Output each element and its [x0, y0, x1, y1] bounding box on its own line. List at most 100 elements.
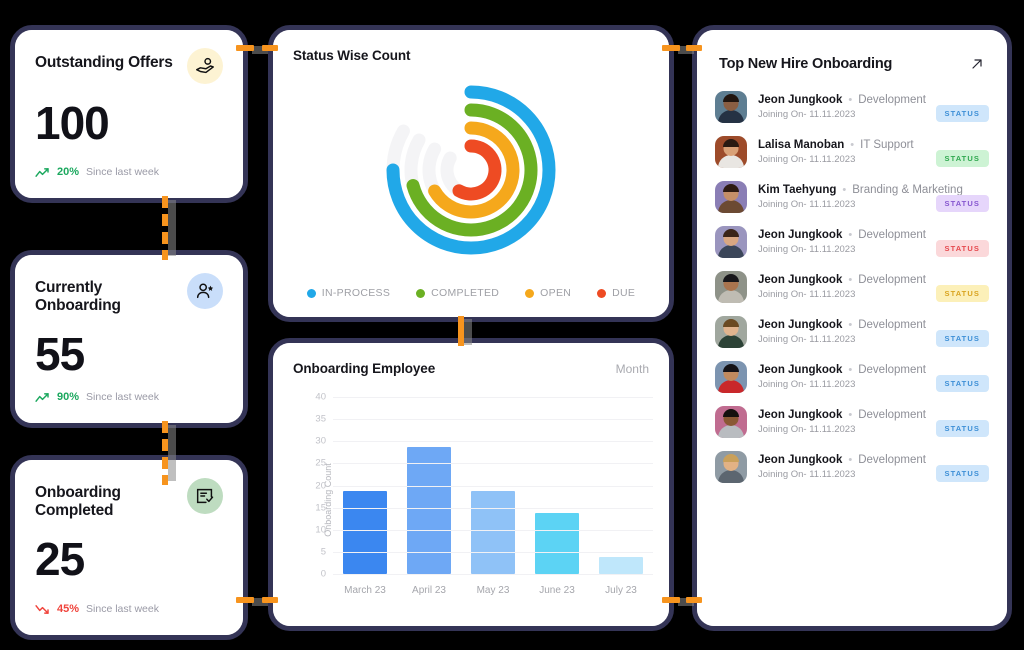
period-selector[interactable]: Month	[616, 362, 649, 376]
radial-bar-chart	[273, 70, 669, 270]
list-item[interactable]: Jeon Jungkook • Development Joining On- 11.…	[715, 309, 989, 354]
legend-dot-icon	[597, 288, 607, 298]
kpi-value: 100	[35, 97, 110, 149]
list-item-content: Jeon Jungkook • Development Joining On- 11.…	[758, 453, 926, 480]
kpi-card-currently-onboarding: Currently Onboarding 55 90% Since last w…	[10, 250, 248, 428]
separator-dot-icon: •	[848, 93, 853, 106]
avatar-hair	[723, 319, 739, 327]
avatar-hair	[723, 454, 739, 462]
trend-up-icon	[35, 392, 49, 402]
avatar-hair	[723, 184, 739, 192]
avatar	[715, 226, 747, 258]
status-badge[interactable]: STATUS	[935, 105, 989, 122]
gridline	[333, 463, 653, 465]
y-axis-tick: 35	[315, 413, 326, 425]
legend-label: DUE	[612, 287, 636, 299]
status-badge[interactable]: STATUS	[935, 150, 989, 167]
avatar	[715, 406, 747, 438]
separator-dot-icon: •	[848, 408, 853, 421]
avatar-body	[718, 155, 744, 168]
separator-dot-icon: •	[842, 183, 847, 196]
avatar	[715, 451, 747, 483]
avatar-body	[718, 200, 744, 213]
onboarding-employee-panel: Onboarding Employee Month Onboarding Cou…	[268, 338, 674, 631]
avatar-body	[718, 335, 744, 348]
hire-department: Development	[858, 364, 926, 376]
x-axis-tick: June 23	[539, 585, 575, 596]
status-badge[interactable]: STATUS	[935, 195, 989, 212]
status-badge[interactable]: STATUS	[935, 420, 989, 437]
bar-june-23[interactable]	[534, 513, 579, 574]
list-item[interactable]: Jeon Jungkook • Development Joining On- 11.…	[715, 354, 989, 399]
hire-department: Development	[858, 319, 926, 331]
kpi-footer: 45% Since last week	[35, 603, 159, 615]
status-badge[interactable]: STATUS	[935, 285, 989, 302]
chart-legend: IN-PROCESS COMPLETED OPEN DUE	[273, 287, 669, 299]
bar-july-23[interactable]	[598, 556, 643, 574]
hire-joining-date: Joining On- 11.11.2023	[758, 244, 856, 255]
panel-title: Top New Hire Onboarding	[719, 56, 893, 72]
hire-department: IT Support	[860, 139, 914, 151]
legend-label: OPEN	[540, 287, 572, 299]
connector-left-to-center-bottom	[236, 597, 254, 603]
status-wise-count-panel: Status Wise Count IN-PROCESS COMPLETED OPE…	[268, 25, 674, 322]
legend-item-open[interactable]: OPEN	[525, 287, 571, 299]
dashboard-stage: Outstanding Offers 100 20% Since last we…	[0, 0, 1024, 650]
bar-may-23[interactable]	[470, 491, 515, 574]
arrow-up-right-icon[interactable]	[969, 56, 985, 72]
legend-item-completed[interactable]: COMPLETED	[416, 287, 499, 299]
connector-left-to-center-top	[236, 45, 254, 51]
hire-joining-date: Joining On- 11.11.2023	[758, 379, 856, 390]
bar-april-23[interactable]	[406, 447, 451, 574]
hire-name: Jeon Jungkook	[758, 274, 843, 286]
legend-item-due[interactable]: DUE	[597, 287, 635, 299]
kpi-delta: 20%	[57, 166, 80, 178]
trend-down-icon	[35, 604, 49, 614]
list-item[interactable]: Jeon Jungkook • Development Joining On- 11.…	[715, 264, 989, 309]
list-item-content: Jeon Jungkook • Development Joining On- 11.…	[758, 318, 926, 345]
avatar	[715, 361, 747, 393]
status-badge[interactable]: STATUS	[935, 330, 989, 347]
hire-department: Development	[858, 409, 926, 421]
legend-label: COMPLETED	[431, 287, 500, 299]
panel-title: Status Wise Count	[293, 48, 411, 63]
legend-dot-icon	[416, 288, 426, 298]
hire-joining-date: Joining On- 11.11.2023	[758, 424, 856, 435]
status-badge[interactable]: STATUS	[935, 465, 989, 482]
list-item[interactable]: Jeon Jungkook • Development Joining On- 11.…	[715, 444, 989, 489]
hire-department: Development	[858, 454, 926, 466]
hire-joining-date: Joining On- 11.11.2023	[758, 469, 856, 480]
connector-card2-card3	[162, 421, 168, 485]
hire-joining-date: Joining On- 11.11.2023	[758, 154, 856, 165]
separator-dot-icon: •	[848, 273, 853, 286]
legend-dot-icon	[525, 288, 535, 298]
list-item[interactable]: Lalisa Manoban • IT Support Joining On- 11.…	[715, 129, 989, 174]
hire-name: Kim Taehyung	[758, 184, 837, 196]
legend-label: IN-PROCESS	[321, 287, 391, 299]
avatar	[715, 271, 747, 303]
avatar-body	[718, 245, 744, 258]
status-badge[interactable]: STATUS	[935, 240, 989, 257]
list-item-content: Jeon Jungkook • Development Joining On- 11.…	[758, 93, 926, 120]
list-item[interactable]: Jeon Jungkook • Development Joining On- 11.…	[715, 219, 989, 264]
trend-up-icon	[35, 167, 49, 177]
separator-dot-icon: •	[848, 318, 853, 331]
list-item[interactable]: Jeon Jungkook • Development Joining On- 11.…	[715, 399, 989, 444]
hire-name: Jeon Jungkook	[758, 409, 843, 421]
connector-shadow	[464, 319, 472, 345]
separator-dot-icon: •	[848, 363, 853, 376]
list-item-content: Jeon Jungkook • Development Joining On- 11.…	[758, 408, 926, 435]
list-item[interactable]: Jeon Jungkook • Development Joining On- 11.…	[715, 84, 989, 129]
list-item[interactable]: Kim Taehyung • Branding & Marketing Joining…	[715, 174, 989, 219]
x-axis-tick: March 23	[344, 585, 386, 596]
x-axis-tick: July 23	[605, 585, 637, 596]
bar-march-23[interactable]	[342, 491, 387, 574]
legend-item-in-process[interactable]: IN-PROCESS	[306, 287, 391, 299]
hire-name: Jeon Jungkook	[758, 229, 843, 241]
gridline	[333, 419, 653, 421]
avatar-hair	[723, 229, 739, 237]
separator-dot-icon: •	[848, 453, 853, 466]
status-badge[interactable]: STATUS	[935, 375, 989, 392]
legend-dot-icon	[306, 288, 316, 298]
kpi-delta: 90%	[57, 391, 80, 403]
